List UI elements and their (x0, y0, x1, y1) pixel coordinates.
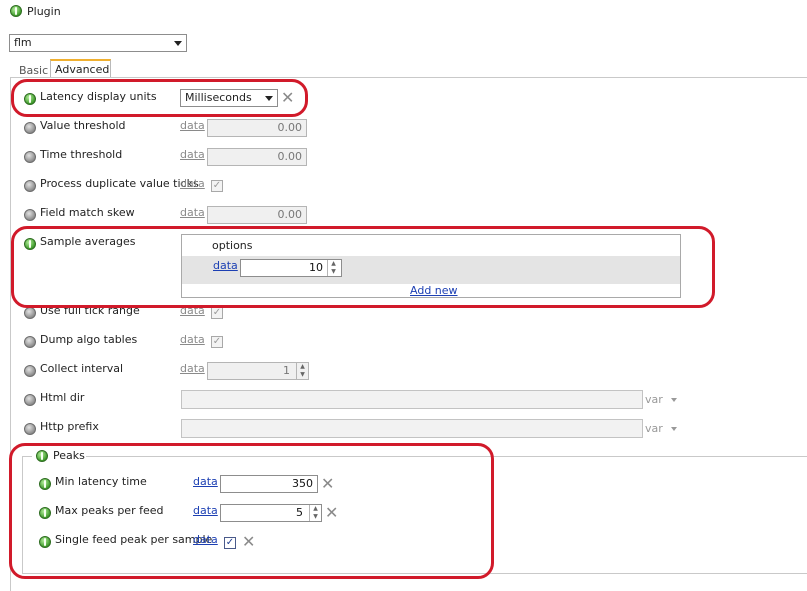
tab-divider (10, 77, 807, 78)
spin-up-icon[interactable]: ▲ (297, 363, 308, 371)
collect-interval-status-icon (24, 365, 36, 377)
dump-algo-tables-label: Dump algo tables (40, 333, 138, 346)
plugin-title: Plugin (27, 5, 61, 18)
value-threshold-data-link[interactable]: data (180, 119, 205, 132)
collect-interval-input[interactable]: 1 (207, 362, 309, 380)
plugin-select-value: flm (14, 36, 32, 49)
field-match-skew-label: Field match skew (40, 206, 135, 219)
http-prefix-status-icon (24, 423, 36, 435)
use-full-tick-range-checkbox[interactable]: ✓ (211, 307, 223, 319)
field-match-skew-data-link[interactable]: data (180, 206, 205, 219)
chevron-down-icon (174, 41, 182, 46)
http-prefix-var-select[interactable]: var (645, 422, 663, 435)
field-match-skew-status-icon (24, 209, 36, 221)
html-dir-input[interactable] (181, 390, 643, 409)
collect-interval-spinner[interactable]: ▲ ▼ (296, 363, 308, 379)
process-duplicate-data-link[interactable]: data (180, 177, 205, 190)
http-prefix-input[interactable] (181, 419, 643, 438)
chevron-down-icon[interactable] (671, 427, 677, 431)
tab-advanced[interactable]: Advanced (50, 59, 111, 78)
chevron-down-icon[interactable] (671, 398, 677, 402)
collect-interval-value: 1 (283, 364, 290, 377)
time-threshold-status-icon (24, 151, 36, 163)
use-full-tick-range-status-icon (24, 307, 36, 319)
dump-algo-tables-status-icon (24, 336, 36, 348)
value-threshold-status-icon (24, 122, 36, 134)
process-duplicate-checkbox[interactable]: ✓ (211, 180, 223, 192)
time-threshold-data-link[interactable]: data (180, 148, 205, 161)
highlight-sample-averages (11, 226, 715, 308)
html-dir-label: Html dir (40, 391, 85, 404)
html-dir-var-select[interactable]: var (645, 393, 663, 406)
highlight-peaks (9, 443, 494, 579)
field-match-skew-input[interactable]: 0.00 (207, 206, 307, 224)
time-threshold-input[interactable]: 0.00 (207, 148, 307, 166)
collect-interval-label: Collect interval (40, 362, 124, 375)
plugin-status-icon (10, 5, 22, 17)
process-duplicate-label: Process duplicate value ticks (40, 177, 199, 190)
value-threshold-label: Value threshold (40, 119, 126, 132)
dump-algo-tables-checkbox[interactable]: ✓ (211, 336, 223, 348)
spin-down-icon[interactable]: ▼ (297, 371, 308, 379)
dump-algo-tables-data-link[interactable]: data (180, 333, 205, 346)
collect-interval-data-link[interactable]: data (180, 362, 205, 375)
plugin-select[interactable]: flm (9, 34, 187, 52)
time-threshold-label: Time threshold (40, 148, 123, 161)
process-duplicate-status-icon (24, 180, 36, 192)
html-dir-status-icon (24, 394, 36, 406)
highlight-latency-units (11, 79, 308, 117)
value-threshold-input[interactable]: 0.00 (207, 119, 307, 137)
http-prefix-label: Http prefix (40, 420, 99, 433)
